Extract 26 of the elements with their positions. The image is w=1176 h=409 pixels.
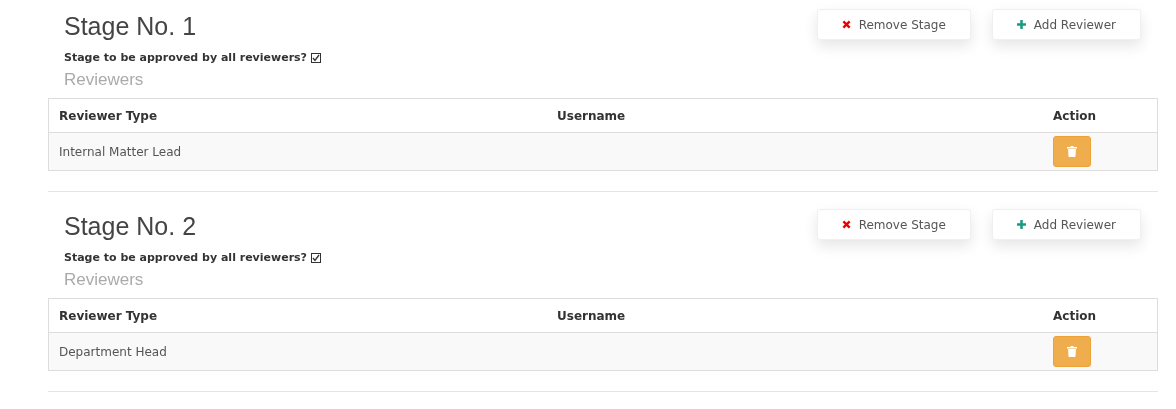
remove-stage-button[interactable]: Remove Stage: [816, 9, 971, 40]
column-header: Reviewer Type: [48, 98, 547, 133]
close-icon: [841, 20, 851, 29]
stage-title: Stage No. 2: [64, 212, 198, 241]
column-header: Reviewer Type: [48, 298, 547, 333]
table-cell: Internal Matter Lead: [48, 132, 547, 171]
approval-checkbox[interactable]: [311, 52, 321, 63]
table-cell: Department Head: [48, 332, 547, 371]
remove-stage-button[interactable]: Remove Stage: [816, 209, 971, 240]
section-title: Reviewers: [64, 270, 145, 290]
trash-icon: [1067, 146, 1077, 157]
column-header: Username: [547, 298, 1045, 333]
approval-label: Stage to be approved by all reviewers?: [64, 251, 307, 264]
column-header: Action: [1045, 298, 1158, 333]
add-reviewer-button[interactable]: Add Reviewer: [991, 9, 1141, 40]
plus-icon: [1016, 20, 1026, 29]
approval-checkbox[interactable]: [311, 252, 321, 263]
add-reviewer-button[interactable]: Add Reviewer: [991, 209, 1141, 240]
approval-label: Stage to be approved by all reviewers?: [64, 51, 307, 64]
stage-title: Stage No. 1: [64, 12, 198, 41]
column-header: Username: [547, 98, 1045, 133]
section-title: Reviewers: [64, 70, 145, 90]
plus-icon: [1016, 220, 1026, 229]
close-icon: [841, 220, 851, 229]
column-header: Action: [1045, 98, 1158, 133]
trash-icon: [1067, 346, 1077, 357]
